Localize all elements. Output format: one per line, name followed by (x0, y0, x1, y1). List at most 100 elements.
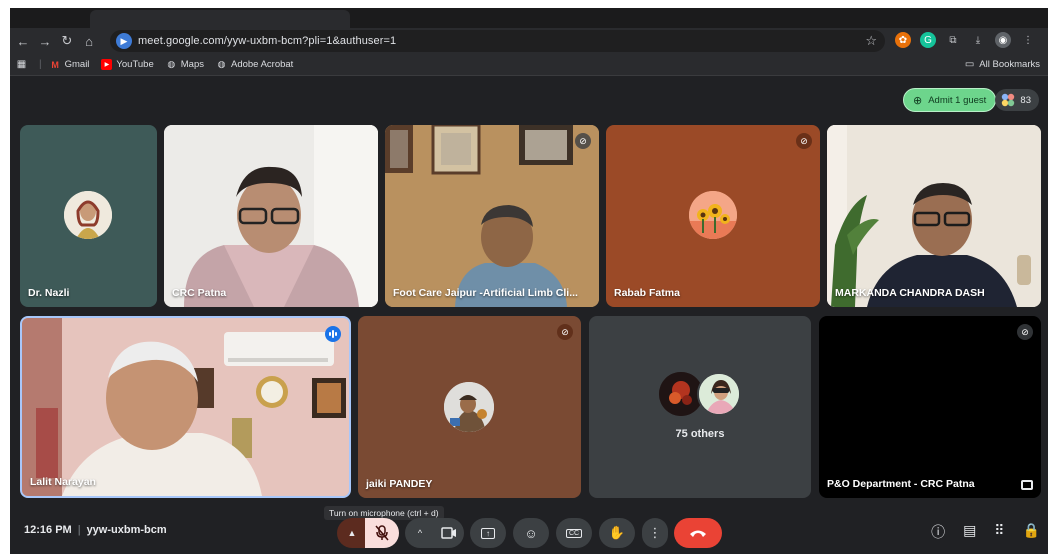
participant-name: P&O Department - CRC Patna (827, 478, 975, 490)
mic-off-icon: ⊘ (1017, 324, 1033, 340)
site-info-icon[interactable]: ▶ (116, 33, 132, 49)
presenting-icon[interactable] (1021, 480, 1033, 490)
participant-name: MARKANDA CHANDRA DASH (835, 287, 985, 299)
more-vert-icon: ⋮ (648, 525, 662, 540)
video-feed (385, 125, 599, 307)
participant-name: Foot Care Jaipur -Artificial Limb Cli... (393, 287, 578, 299)
globe-icon: ◍ (217, 59, 226, 69)
download-icon[interactable]: ⤓ (970, 32, 986, 48)
admit-guest-button[interactable]: ⊕ Admit 1 guest (903, 88, 997, 112)
info-icon[interactable]: ⓘ (931, 522, 945, 542)
camera-options-button[interactable]: ^ (405, 518, 435, 548)
browser-window: ← → ↻ ⌂ ▶ meet.google.com/yyw-uxbm-bcm?p… (10, 8, 1048, 554)
all-bookmarks[interactable]: ▭ All Bookmarks (965, 59, 1040, 70)
gmail-icon: M (51, 59, 59, 70)
present-icon: ↑ (481, 527, 495, 539)
participants-count: 83 (1020, 94, 1031, 106)
extensions-icon[interactable]: ⧉ (945, 32, 961, 48)
host-controls-icon[interactable]: 🔒 (1023, 522, 1040, 542)
participant-tile[interactable]: ⊘ Foot Care Jaipur -Artificial Limb Cli.… (385, 125, 599, 307)
folder-icon: ▭ (964, 59, 975, 70)
apps-icon[interactable]: ▦ (16, 59, 31, 70)
bookmark-star-icon[interactable]: ☆ (865, 33, 877, 49)
chat-icon[interactable]: ▤ (963, 522, 976, 542)
meet-stage: ⊕ Admit 1 guest 83 Dr. Nazli CRC Patna ⊘… (10, 76, 1048, 554)
participant-tile[interactable]: ⊘ jaiki PANDEY (358, 316, 581, 498)
meeting-controls-bar: Turn on microphone (ctrl + d) 12:16 PM | y… (10, 506, 1048, 554)
activities-icon[interactable]: ⠿ (994, 522, 1004, 542)
all-bookmarks-label: All Bookmarks (979, 59, 1040, 70)
globe-icon: ◍ (167, 59, 176, 69)
screenshot-frame: ← → ↻ ⌂ ▶ meet.google.com/yyw-uxbm-bcm?p… (0, 0, 1052, 556)
tab-strip (10, 8, 1048, 28)
camera-toggle-button[interactable] (434, 518, 464, 548)
participant-name: jaiki PANDEY (366, 478, 433, 490)
microphone-toggle-button[interactable] (365, 518, 399, 548)
reload-icon[interactable]: ↻ (56, 30, 78, 52)
bookmark-label: Adobe Acrobat (231, 59, 294, 70)
bookmark-label: Gmail (64, 59, 90, 70)
video-feed (22, 318, 349, 496)
participant-tile[interactable]: 75 others (589, 316, 811, 498)
leave-call-button[interactable] (674, 518, 722, 548)
participants-count-button[interactable]: 83 (995, 89, 1039, 111)
meeting-time: 12:16 PM (24, 524, 72, 536)
avatar (697, 372, 741, 416)
extension-icon[interactable]: ✿ (895, 32, 911, 48)
bookmarks-bar: ▦ | M Gmail ▶ YouTube ◍ Maps ◍ Adobe Acr… (10, 54, 1048, 76)
hangup-icon (690, 530, 706, 537)
participant-name: Rabab Fatma (614, 287, 680, 299)
chevron-up-icon: ▲ (347, 528, 357, 538)
address-bar[interactable]: ▶ meet.google.com/yyw-uxbm-bcm?pli=1&aut… (110, 30, 885, 52)
reactions-button[interactable]: ☺ (513, 518, 549, 548)
admit-label: Admit 1 guest (928, 94, 987, 106)
emoji-icon: ☺ (524, 525, 538, 541)
url-text[interactable]: meet.google.com/yyw-uxbm-bcm?pli=1&authu… (138, 35, 396, 47)
participant-tile[interactable]: Dr. Nazli (20, 125, 157, 307)
menu-icon[interactable]: ⋮ (1020, 32, 1036, 48)
participant-tile[interactable]: ⊘ Rabab Fatma (606, 125, 820, 307)
profile-icon[interactable]: ◉ (995, 32, 1011, 48)
bookmark-adobe-acrobat[interactable]: ◍ Adobe Acrobat (216, 59, 294, 70)
video-camera-icon (441, 527, 456, 539)
separator: | (39, 59, 42, 70)
side-panel-icons: ⓘ ▤ ⠿ 🔒 (931, 522, 1040, 542)
bookmark-youtube[interactable]: ▶ YouTube (101, 59, 154, 70)
speaking-indicator-icon (325, 326, 341, 342)
avatar (64, 191, 112, 239)
participant-tile[interactable]: CRC Patna (164, 125, 378, 307)
separator: | (77, 524, 81, 536)
avatar (689, 191, 737, 239)
more-options-button[interactable]: ⋮ (642, 518, 668, 548)
captions-icon: CC (565, 528, 583, 538)
bookmark-maps[interactable]: ◍ Maps (166, 59, 204, 70)
hand-icon: ✋ (608, 525, 626, 540)
mic-options-button[interactable]: ▲ (337, 518, 367, 548)
present-screen-button[interactable]: ↑ (470, 518, 506, 548)
video-feed (164, 125, 378, 307)
meeting-code[interactable]: yyw-uxbm-bcm (87, 524, 167, 536)
participant-name: CRC Patna (172, 287, 227, 299)
chevron-up-icon: ^ (417, 528, 423, 538)
captions-button[interactable]: CC (556, 518, 592, 548)
mic-off-icon: ⊘ (575, 133, 591, 149)
participant-name: Dr. Nazli (28, 287, 70, 299)
back-icon[interactable]: ← (12, 30, 34, 52)
participant-tile[interactable]: ⊘ P&O Department - CRC Patna (819, 316, 1041, 498)
grammarly-icon[interactable]: G (920, 32, 936, 48)
participant-tile[interactable]: MARKANDA CHANDRA DASH (827, 125, 1041, 307)
mic-off-icon: ⊘ (557, 324, 573, 340)
bookmark-label: YouTube (116, 59, 154, 70)
participant-name: Lalit Narayan (30, 476, 96, 488)
video-feed (827, 125, 1041, 307)
bookmark-gmail[interactable]: M Gmail (50, 59, 90, 70)
bookmark-label: Maps (180, 59, 204, 70)
mic-off-icon: ⊘ (796, 133, 812, 149)
add-person-icon: ⊕ (913, 94, 923, 107)
participant-tile[interactable]: Lalit Narayan (20, 316, 351, 498)
forward-icon[interactable]: → (34, 30, 56, 52)
active-tab[interactable] (90, 10, 350, 28)
home-icon[interactable]: ⌂ (78, 30, 100, 52)
youtube-icon: ▶ (101, 59, 113, 70)
raise-hand-button[interactable]: ✋ (599, 518, 635, 548)
